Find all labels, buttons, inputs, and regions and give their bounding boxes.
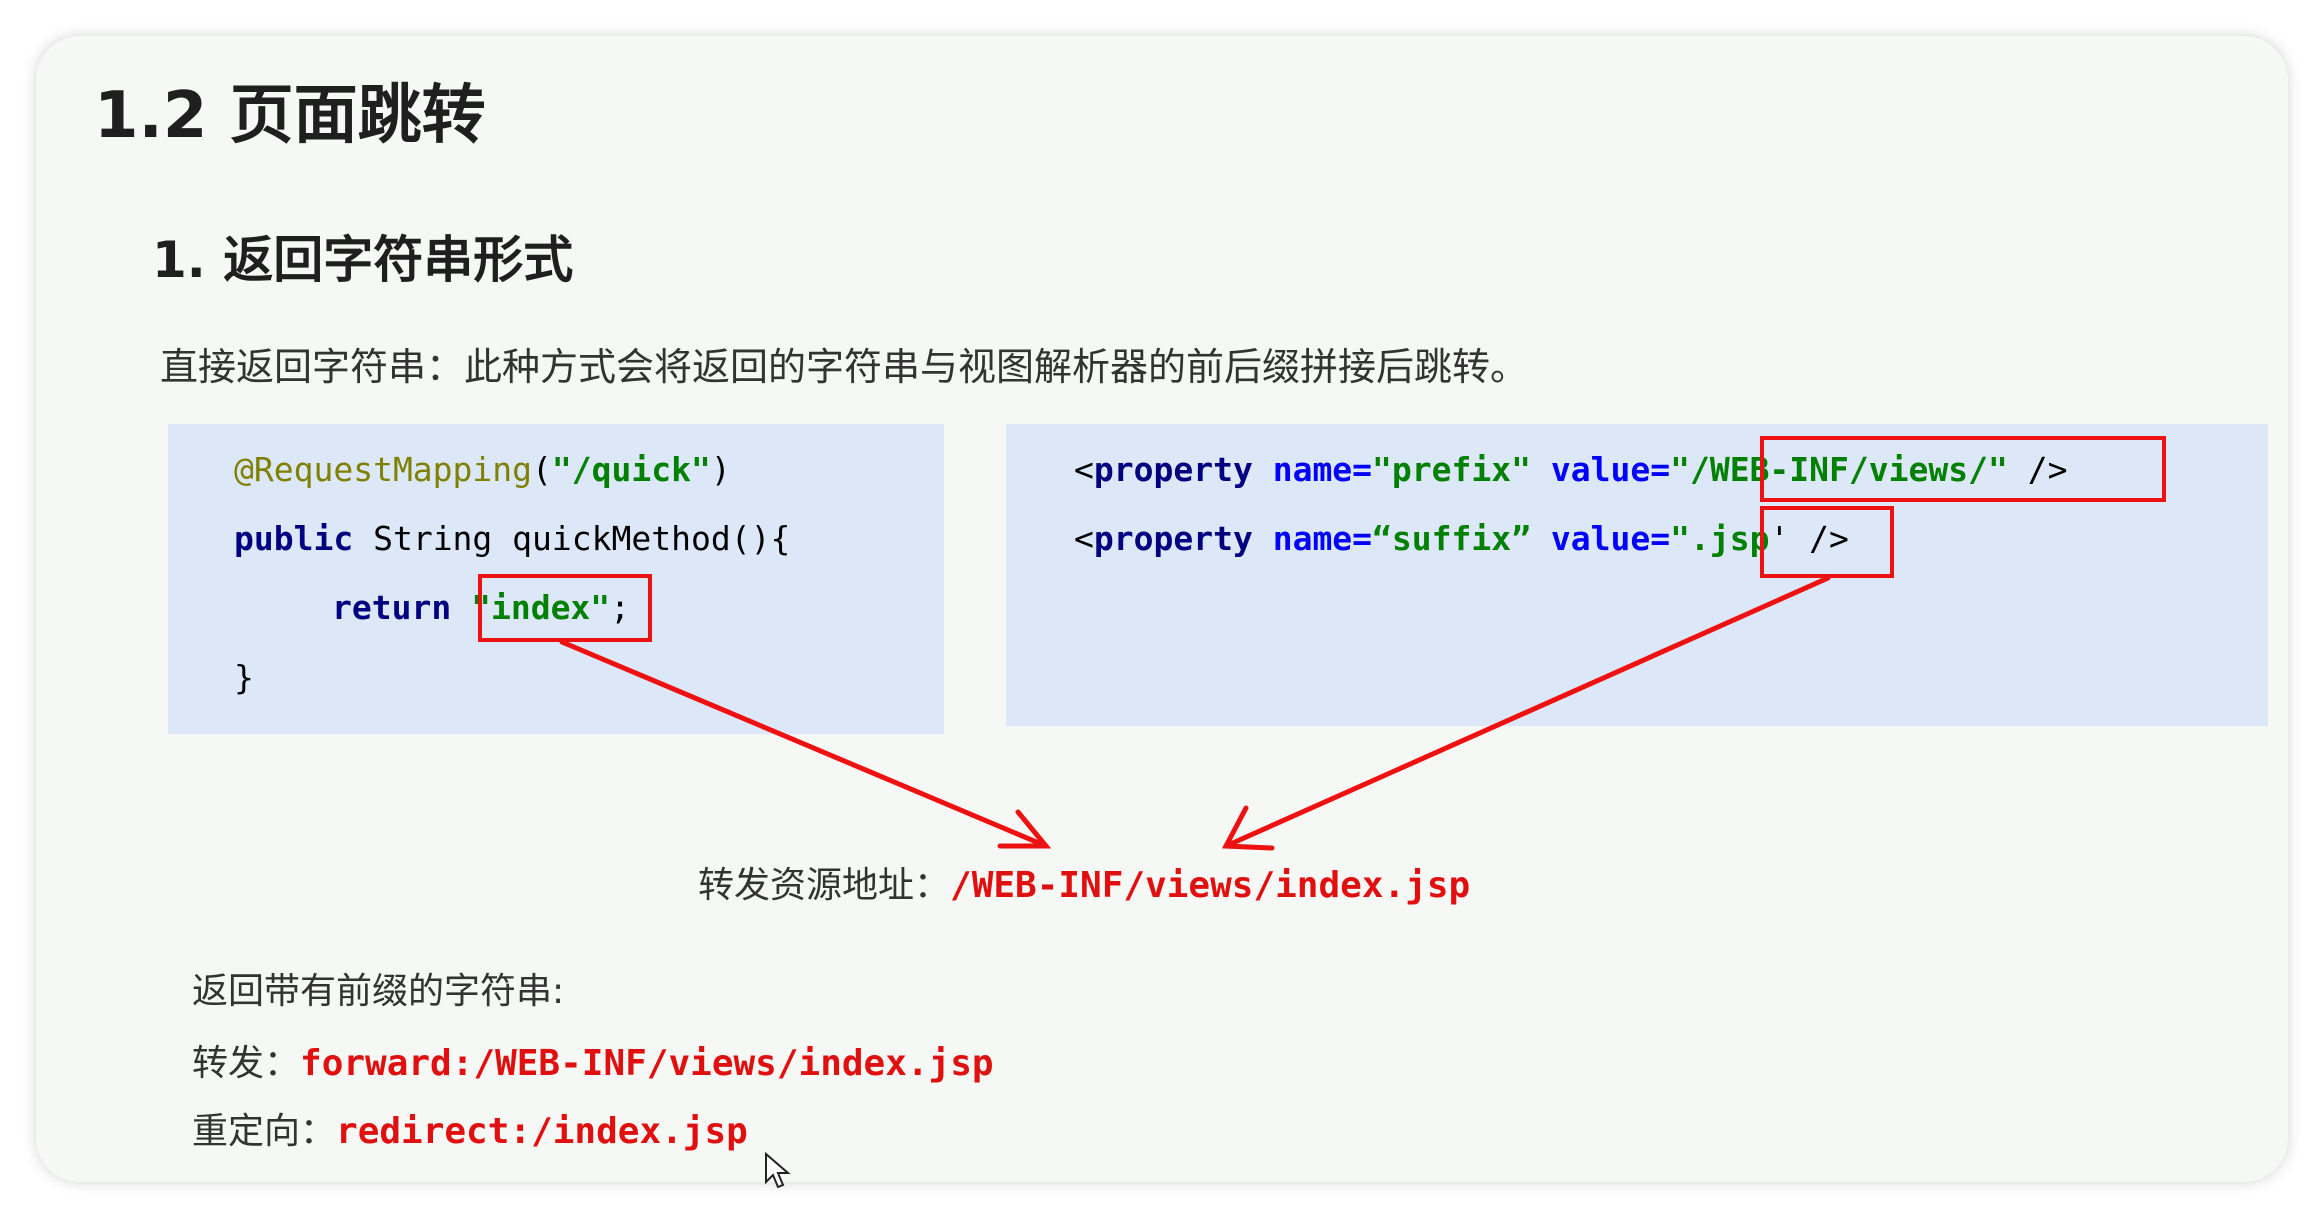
forward-value: forward:/WEB-INF/views/index.jsp (300, 1043, 994, 1084)
annotation-token: @RequestMapping (234, 450, 533, 489)
description-text: 直接返回字符串：此种方式会将返回的字符串与视图解析器的前后缀拼接后跳转。 (160, 345, 1529, 389)
forward-resource-path: /WEB-INF/views/index.jsp (950, 865, 1471, 906)
redirect-line: 重定向：redirect:/index.jsp (192, 1111, 748, 1152)
redirect-value: redirect:/index.jsp (336, 1111, 748, 1152)
index-highlight-box (478, 574, 652, 642)
xml-line-2: <property name=“suffix” value=".jsp' /> (1074, 519, 1849, 558)
section-heading: 1. 返回字符串形式 (152, 231, 574, 289)
forward-line: 转发：forward:/WEB-INF/views/index.jsp (192, 1043, 994, 1084)
suffix-value: ".jsp (1670, 519, 1770, 558)
forward-resource-line: 转发资源地址：/WEB-INF/views/index.jsp (698, 865, 1471, 906)
suffix-highlight-box (1760, 506, 1894, 578)
java-line-4: } (234, 658, 254, 697)
mouse-cursor-icon (765, 1152, 791, 1189)
prefix-section-title: 返回带有前缀的字符串: (192, 971, 565, 1012)
page-title: 1.2 页面跳转 (94, 79, 486, 153)
java-line-2: public String quickMethod(){ (234, 519, 791, 558)
java-line-1: @RequestMapping("/quick") (234, 450, 731, 489)
prefix-highlight-box (1760, 436, 2166, 502)
